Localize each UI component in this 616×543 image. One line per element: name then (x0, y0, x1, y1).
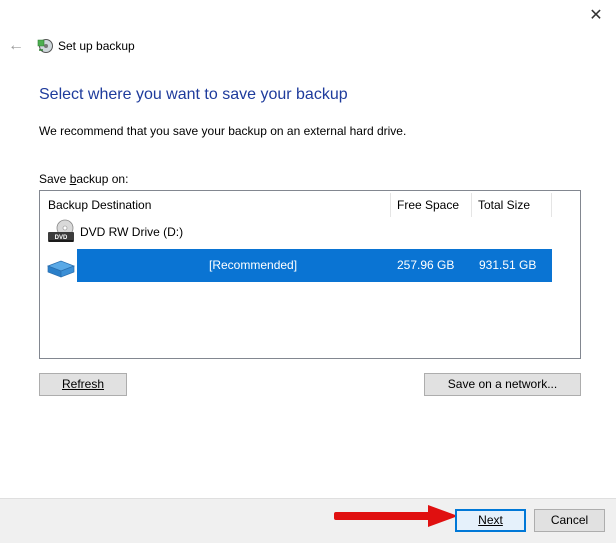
red-arrow-icon (334, 505, 458, 527)
row-name: [Recommended] (209, 258, 298, 272)
hard-drive-icon (47, 260, 75, 278)
column-separator (390, 193, 391, 217)
back-arrow-icon: ← (8, 37, 24, 54)
column-separator (471, 193, 472, 217)
backup-destination-list[interactable]: Backup Destination Free Space Total Size… (39, 190, 581, 359)
close-button[interactable]: ✕ (576, 0, 616, 30)
row-total-size: 931.51 GB (479, 258, 537, 272)
svg-text:DVD: DVD (55, 235, 68, 241)
page-description: We recommend that you save your backup o… (39, 124, 407, 138)
column-header-destination[interactable]: Backup Destination (48, 193, 151, 217)
back-button[interactable]: ← (6, 36, 26, 56)
column-header-free-space[interactable]: Free Space (397, 193, 459, 217)
save-on-network-button[interactable]: Save on a network... (424, 373, 581, 396)
save-backup-label: Save backup on: (39, 172, 129, 186)
table-row-dvd-drive[interactable]: DVD DVD RW Drive (D:) (40, 219, 560, 245)
next-button[interactable]: Next (455, 509, 526, 532)
cancel-button[interactable]: Cancel (534, 509, 605, 532)
column-header-total-size[interactable]: Total Size (478, 193, 530, 217)
dvd-drive-icon: DVD (48, 219, 74, 242)
window-title: Set up backup (58, 39, 135, 53)
page-heading: Select where you want to save your backu… (39, 86, 348, 103)
row-name: DVD RW Drive (D:) (80, 225, 184, 239)
column-separator (551, 193, 552, 217)
refresh-button[interactable]: Refresh (39, 373, 127, 396)
backup-app-icon (37, 39, 53, 53)
table-row-recommended-drive[interactable]: [Recommended] 257.96 GB 931.51 GB (77, 249, 552, 282)
close-icon: ✕ (589, 7, 603, 24)
row-free-space: 257.96 GB (397, 258, 455, 272)
